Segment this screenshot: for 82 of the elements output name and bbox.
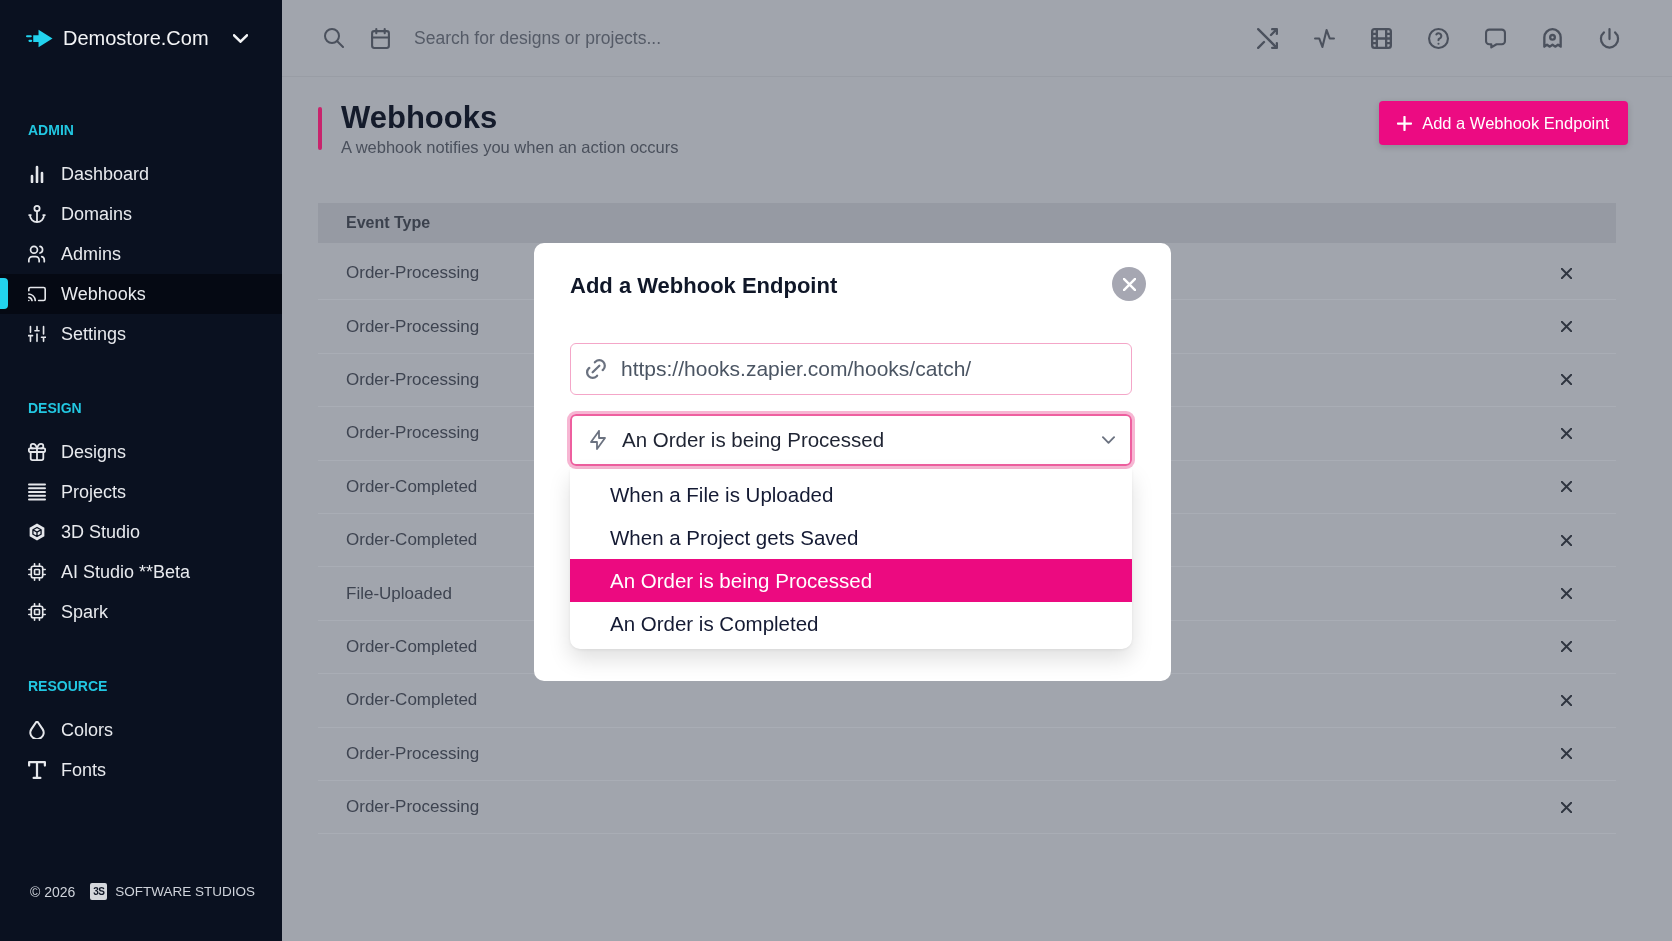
chevron-down-icon[interactable] [233, 33, 248, 43]
dialog-title: Add a Webhook Endpoint [570, 272, 838, 300]
table-cell: Order-Processing [346, 423, 480, 444]
page-title: Webhooks [341, 101, 499, 135]
x-icon[interactable] [1561, 534, 1572, 546]
search-field[interactable]: Search for designs or projects... [414, 24, 834, 52]
x-icon[interactable] [1561, 374, 1572, 386]
sidebar-item[interactable]: Settings [0, 314, 282, 354]
link-icon [586, 359, 606, 379]
table-cell: Order-Processing [346, 316, 480, 337]
typography-icon [28, 761, 46, 779]
x-icon[interactable] [1561, 427, 1572, 439]
dropdown-option[interactable]: An Order is being Processed [570, 559, 1132, 602]
search-icon[interactable] [324, 28, 344, 48]
pulse-icon[interactable] [1314, 27, 1335, 49]
sidebar-item[interactable]: Domains [0, 194, 282, 234]
crossed-arrows-icon[interactable] [1257, 27, 1278, 49]
anchor-icon [28, 205, 46, 223]
calendar-icon[interactable] [371, 27, 390, 49]
sidebar-item[interactable]: 3D Studio [0, 512, 282, 552]
dropdown-option[interactable]: An Order is Completed [570, 602, 1132, 645]
copyright-text: © 2026 [30, 883, 76, 900]
sidebar-item[interactable]: Dashboard [0, 154, 282, 194]
table-cell: Order-Processing [346, 743, 480, 764]
column-header: Event Type [346, 214, 431, 232]
dropdown-option[interactable]: When a File is Uploaded [570, 473, 1132, 516]
sidebar-item[interactable]: Projects [0, 472, 282, 512]
chip-icon [28, 603, 46, 621]
table-cell: File-Uploaded [346, 583, 452, 604]
table-cell: Order-Processing [346, 369, 480, 390]
film-icon[interactable] [1371, 27, 1392, 49]
dropdown-option[interactable]: When a Project gets Saved [570, 516, 1132, 559]
table-cell: Order-Completed [346, 636, 478, 657]
event-select[interactable]: An Order is being Processed [570, 414, 1132, 466]
x-icon[interactable] [1561, 321, 1572, 333]
chevron-down-icon [1102, 436, 1115, 444]
title-accent-bar [318, 107, 322, 150]
sidebar-item[interactable]: Admins [0, 234, 282, 274]
x-icon[interactable] [1561, 588, 1572, 600]
page-subtitle: A webhook notifies you when an action occurs [341, 137, 679, 157]
sidebar-item[interactable]: Fonts [0, 750, 282, 790]
table-cell: Order-Completed [346, 530, 478, 551]
bar-chart-icon [28, 165, 46, 183]
add-endpoint-button[interactable]: Add a Webhook Endpoint [1379, 101, 1628, 145]
logo-icon [26, 28, 53, 48]
sidebar-item[interactable]: Designs [0, 432, 282, 472]
table-cell: Order-Completed [346, 476, 478, 497]
close-icon [1122, 277, 1136, 291]
chip-icon [28, 563, 46, 581]
gift-icon [28, 443, 46, 461]
cube-icon [28, 523, 46, 541]
list-icon [28, 483, 46, 501]
x-icon[interactable] [1561, 801, 1572, 813]
company-logo: 3S [90, 883, 108, 900]
company-name: SOFTWARE STUDIOS [115, 884, 256, 899]
url-field[interactable]: https://hooks.zapier.com/hooks/catch/ [570, 343, 1132, 395]
workspace-name[interactable]: Demostore.Com [63, 26, 209, 50]
table-cell: Order-Processing [346, 263, 480, 284]
users-icon [28, 245, 46, 263]
power-icon[interactable] [1599, 27, 1620, 49]
sliders-icon [28, 325, 46, 343]
section-heading: RESOURCE [27, 677, 109, 696]
x-icon[interactable] [1561, 481, 1572, 493]
section-heading: ADMIN [27, 121, 75, 140]
ghost-icon[interactable] [1542, 27, 1563, 49]
help-icon[interactable] [1428, 27, 1449, 49]
cast-icon [28, 285, 46, 303]
bolt-icon [588, 430, 608, 450]
x-icon[interactable] [1561, 641, 1572, 653]
table-cell: Order-Processing [346, 797, 480, 818]
sidebar-item[interactable]: Colors [0, 710, 282, 750]
x-icon[interactable] [1561, 694, 1572, 706]
chat-icon[interactable] [1485, 27, 1506, 49]
sidebar-item[interactable]: Webhooks [0, 274, 282, 314]
x-icon[interactable] [1561, 748, 1572, 760]
plus-icon [1397, 115, 1413, 131]
x-icon[interactable] [1561, 267, 1572, 279]
sidebar-item[interactable]: AI Studio **Beta [0, 552, 282, 592]
section-heading: DESIGN [27, 399, 83, 418]
table-cell: Order-Completed [346, 690, 478, 711]
droplet-icon [28, 721, 46, 739]
sidebar-item[interactable]: Spark [0, 592, 282, 632]
